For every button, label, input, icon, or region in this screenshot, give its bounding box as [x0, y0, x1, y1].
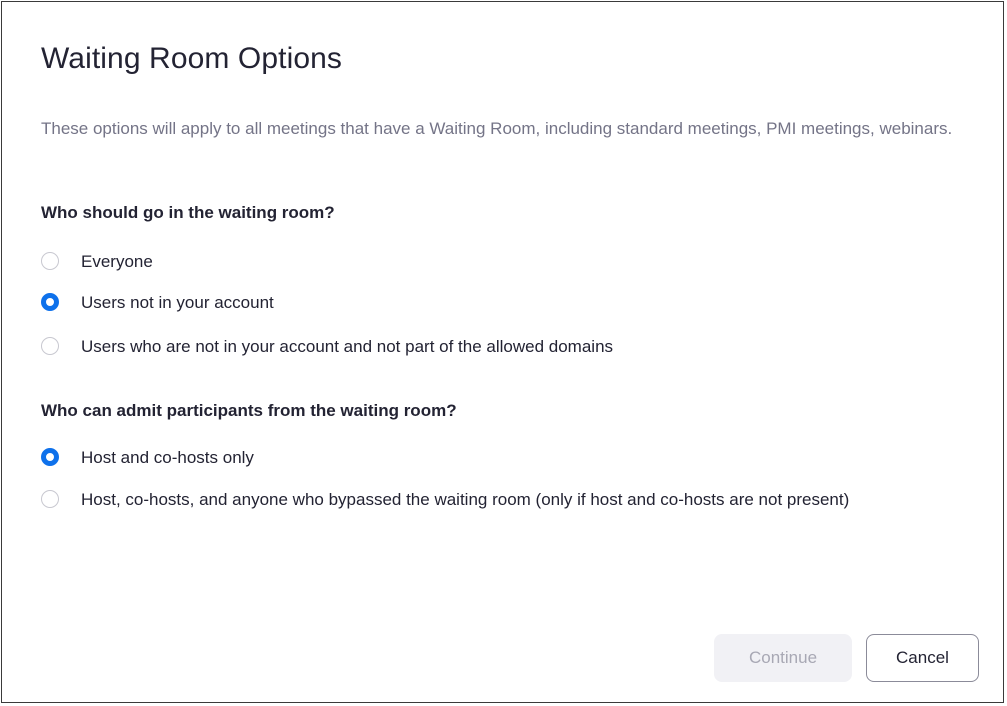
radio-button[interactable]: [41, 448, 59, 466]
radio-button[interactable]: [41, 337, 59, 355]
radio-button[interactable]: [41, 293, 59, 311]
radio-button[interactable]: [41, 490, 59, 508]
radio-label: Everyone: [81, 252, 153, 271]
dialog-description: These options will apply to all meetings…: [41, 119, 953, 138]
radio-label: Users who are not in your account and no…: [81, 337, 614, 356]
radio-label: Host and co-hosts only: [81, 448, 254, 467]
radio-button[interactable]: [41, 252, 59, 270]
who-admits-heading: Who can admit participants from the wait…: [41, 401, 457, 420]
radio-label: Host, co-hosts, and anyone who bypassed …: [81, 490, 850, 509]
radio-label: Users not in your account: [81, 293, 274, 312]
waiting-room-options-dialog: Waiting Room Options These options will …: [1, 1, 1004, 703]
cancel-button[interactable]: Cancel: [866, 634, 979, 682]
who-waits-heading: Who should go in the waiting room?: [41, 203, 335, 222]
continue-button[interactable]: Continue: [714, 634, 852, 682]
dialog-title: Waiting Room Options: [41, 42, 343, 75]
